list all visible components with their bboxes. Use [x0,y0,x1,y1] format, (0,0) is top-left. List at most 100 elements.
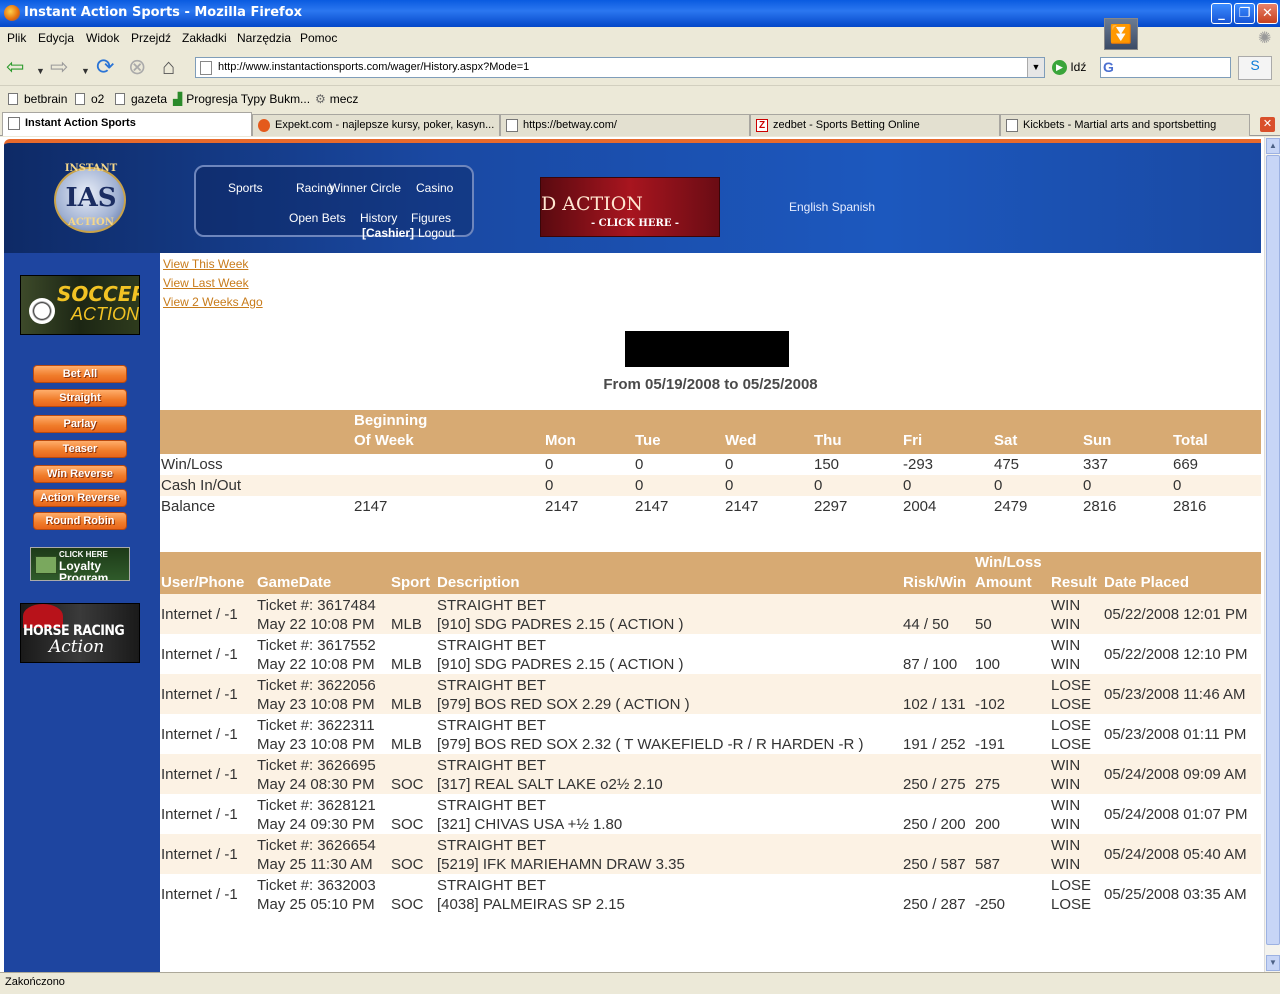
weekly-cell: Cash In/Out [160,475,353,496]
close-tab-icon[interactable]: ✕ [1260,117,1275,132]
nav-history[interactable]: History [360,211,397,225]
weekly-col-header: Fri [902,410,993,454]
menu-edit[interactable]: Edycja [38,31,74,45]
bet-all-button[interactable]: Bet All [33,365,127,383]
reload-icon[interactable]: ⟳ [96,56,114,78]
bookmarks-toolbar: betbrain o2 gazeta ▟ Progresja Typy Bukm.… [0,87,1280,111]
result-cell: WIN WIN [1050,634,1103,674]
url-input[interactable]: http://www.instantactionsports.com/wager… [195,57,1045,78]
description-cell-text: STRAIGHT BET [437,637,546,654]
scroll-down-icon[interactable]: ▼ [1266,955,1280,971]
promo-banner[interactable]: D ACTION - CLICK HERE - [540,177,720,237]
menu-tools[interactable]: Narzędzia [237,31,291,45]
description-cell-text: STRAIGHT BET [437,877,546,894]
win-reverse-button[interactable]: Win Reverse [33,465,127,483]
maximize-button[interactable]: ❐ [1234,3,1255,24]
menu-help[interactable]: Pomoc [300,31,337,45]
description-cell-text: [5219] IFK MARIEHAMN DRAW 3.35 [437,856,685,873]
bookmark-item[interactable]: ⚙ mecz [315,92,358,106]
view-last-week-link[interactable]: View Last Week [163,276,249,290]
view-2-weeks-ago-link[interactable]: View 2 Weeks Ago [163,295,263,309]
go-button[interactable]: ▶ Idź [1052,60,1086,76]
action-reverse-button[interactable]: Action Reverse [33,489,127,507]
amount-cell-text: -191 [975,736,1006,753]
nav-logout[interactable]: Logout [418,226,455,240]
tab-expekt[interactable]: Expekt.com - najlepsze kursy, poker, kas… [252,114,500,136]
weekly-cell: 0 [544,475,634,496]
menu-bookmarks[interactable]: Zakładki [182,31,227,45]
risk-win-cell-text: 250 / 275 [903,776,966,793]
forward-dropdown-icon[interactable]: ▼ [81,60,90,82]
nav-sports[interactable]: Sports [228,181,263,195]
download-arrow-icon[interactable]: ⏬ [1104,18,1138,50]
soccer-action-promo[interactable]: SOCCER ACTION [20,275,140,335]
weekly-cell: Win/Loss [161,456,223,473]
scroll-up-icon[interactable]: ▲ [1266,138,1280,154]
amount-cell: 50 [974,594,1050,634]
close-button[interactable]: ✕ [1257,3,1278,24]
back-dropdown-icon[interactable]: ▼ [36,60,45,82]
menu-view[interactable]: Widok [86,31,119,45]
description-cell-text: [910] SDG PADRES 2.15 ( ACTION ) [437,616,684,633]
url-text: http://www.instantactionsports.com/wager… [218,61,530,73]
nav-cashier[interactable]: [Cashier] [362,226,414,240]
result-cell-text: LOSE [1051,896,1092,913]
user-cell-text: Internet / -1 [161,605,238,623]
home-icon[interactable]: ⌂ [162,56,175,78]
tab-zedbet[interactable]: Zzedbet - Sports Betting Online [750,114,1000,136]
description-cell: STRAIGHT BET [979] BOS RED SOX 2.32 ( T W… [436,714,902,754]
teaser-button[interactable]: Teaser [33,440,127,458]
sport-cell-text: MLB [391,696,422,713]
language-selector[interactable]: English Spanish [789,200,875,214]
result-cell-text: WIN [1051,656,1081,673]
scroll-thumb[interactable] [1266,155,1280,945]
gamedate-cell-text: Ticket #: 3622056 [257,677,376,694]
menu-file[interactable]: Plik [7,31,26,45]
description-cell-text: STRAIGHT BET [437,837,546,854]
skype-icon[interactable]: S [1238,56,1272,80]
user-cell: Internet / -1 [160,834,256,874]
minimize-button[interactable]: _ [1211,3,1232,24]
straight-button[interactable]: Straight [33,389,127,407]
vertical-scrollbar[interactable]: ▲ ▼ [1264,137,1280,972]
title-bar[interactable]: Instant Action Sports - Mozilla Firefox … [0,0,1280,27]
history-col-header: Sport [390,552,436,594]
user-cell: Internet / -1 [160,594,256,634]
search-input[interactable]: G [1100,57,1231,78]
nav-racing[interactable]: Racing [296,181,333,195]
tab-kickbets[interactable]: Kickbets - Martial arts and sportsbettin… [1000,114,1250,136]
user-cell: Internet / -1 [160,754,256,794]
description-cell: STRAIGHT BET [5219] IFK MARIEHAMN DRAW 3.… [436,834,902,874]
nav-figures[interactable]: Figures [411,211,451,225]
nav-winner-circle[interactable]: Winner Circle [329,181,401,195]
gamedate-cell-text: Ticket #: 3617552 [257,637,376,654]
menu-go[interactable]: Przejdź [131,31,171,45]
back-icon[interactable]: ⇦ [6,56,24,78]
weekly-cell: 2816 [1173,498,1207,515]
date-placed-cell: 05/22/2008 12:01 PM [1103,594,1261,634]
page-icon [506,119,518,132]
loyalty-program-promo[interactable]: CLICK HERE Loyalty Program [30,547,130,581]
bookmark-item[interactable]: ▟ Progresja Typy Bukm... [173,92,310,106]
bookmark-label: betbrain [24,92,68,106]
nav-open-bets[interactable]: Open Bets [289,211,346,225]
horse-racing-promo[interactable]: HORSE RACING Action [20,603,140,663]
sport-cell-text: SOC [391,856,424,873]
description-cell: STRAIGHT BET [910] SDG PADRES 2.15 ( ACTI… [436,634,902,674]
risk-win-cell: 250 / 587 [902,834,974,874]
view-this-week-link[interactable]: View This Week [163,257,248,271]
tab-betway[interactable]: https://betway.com/ [500,114,750,136]
url-dropdown-icon[interactable]: ▼ [1027,58,1044,77]
result-cell: WIN WIN [1050,794,1103,834]
bookmark-item[interactable]: gazeta [115,92,167,106]
forward-icon[interactable]: ⇨ [50,56,68,78]
parlay-button[interactable]: Parlay [33,415,127,433]
round-robin-button[interactable]: Round Robin [33,512,127,530]
tab-instant-action[interactable]: Instant Action Sports [2,112,252,136]
bookmark-item[interactable]: betbrain [8,92,67,106]
history-header-row: User/Phone GameDate Sport Description Ri… [160,552,1261,594]
nav-casino[interactable]: Casino [416,181,453,195]
site-logo[interactable]: INSTANT IAS ACTION [46,161,136,239]
bookmark-item[interactable]: o2 [75,92,104,106]
stop-icon[interactable]: ⊗ [128,56,146,78]
